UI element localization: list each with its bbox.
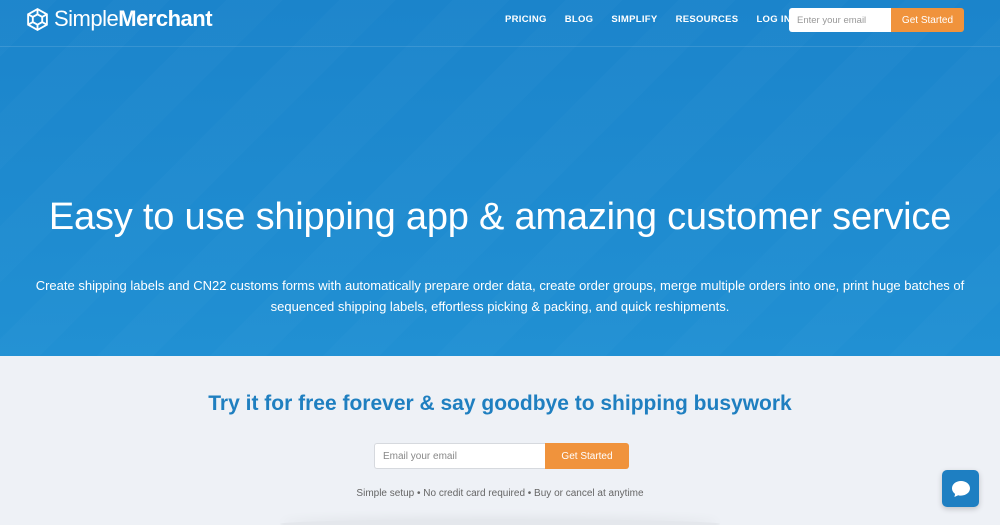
main-nav: PRICING BLOG SIMPLIFY RESOURCES LOG IN <box>505 14 809 26</box>
signup-note: Simple setup • No credit card required •… <box>356 488 644 499</box>
signup-email-input[interactable] <box>374 443 545 469</box>
nav-item-blog[interactable]: BLOG <box>565 14 594 26</box>
snowflake-logo-icon <box>27 7 48 31</box>
content-card-edge <box>280 519 720 525</box>
nav-item-simplify[interactable]: SIMPLIFY <box>611 14 657 26</box>
signup-title: Try it for free forever & say goodbye to… <box>208 392 792 415</box>
hero-headline: Easy to use shipping app & amazing custo… <box>48 196 952 238</box>
signup-form: Get Started <box>374 443 629 469</box>
brand-name: SimpleMerchant <box>54 5 213 33</box>
header-email-input[interactable] <box>789 8 891 32</box>
header-signup-form: Get Started <box>789 8 964 32</box>
nav-item-pricing[interactable]: PRICING <box>505 14 547 26</box>
nav-item-login[interactable]: LOG IN <box>756 14 791 26</box>
signup-get-started-button[interactable]: Get Started <box>545 443 629 469</box>
top-navigation-bar: SimpleMerchant PRICING BLOG SIMPLIFY RES… <box>0 0 1000 47</box>
brand-name-light: Simple <box>54 6 119 31</box>
brand-logo-link[interactable]: SimpleMerchant <box>25 5 213 33</box>
nav-item-resources[interactable]: RESOURCES <box>676 14 739 26</box>
chat-bubble-icon <box>951 480 970 497</box>
header-get-started-button[interactable]: Get Started <box>891 8 964 32</box>
chat-launcher-button[interactable] <box>942 470 979 507</box>
brand-name-bold: Merchant <box>118 6 213 31</box>
hero-subtext: Create shipping labels and CN22 customs … <box>35 278 965 314</box>
